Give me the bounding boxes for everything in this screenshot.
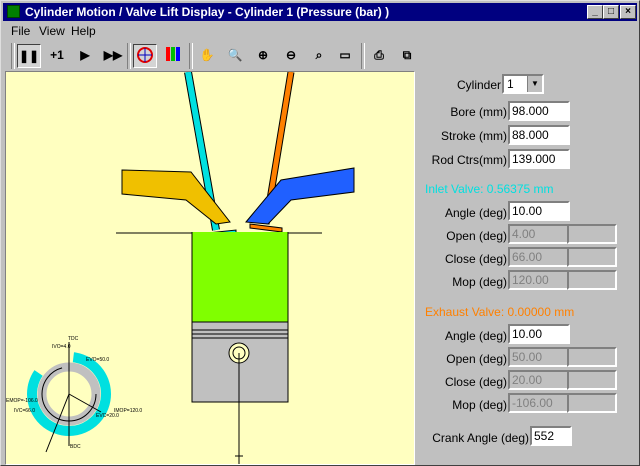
zoom-icon[interactable]: 🔍	[223, 44, 247, 68]
toolbar: ❚❚ +1 ▶ ▶▶ ✋ 🔍 ⊕ ⊖ ⌕ ▭ ⎙ ⧉	[11, 41, 411, 71]
inlet-close-input	[508, 247, 570, 267]
cylinder-gas	[192, 232, 288, 322]
emop-label: EMOP=-106.0	[6, 398, 38, 404]
chevron-down-icon[interactable]: ▼	[527, 76, 542, 92]
fast-forward-icon[interactable]: ▶▶	[101, 44, 125, 68]
tdc-label: TDC	[68, 336, 79, 342]
valve-timing-diagram: TDC BDC IVO=4.0 EVO=50.0 IVC=66.0 EVC=20…	[6, 336, 142, 453]
minimize-button[interactable]: _	[587, 5, 603, 19]
inlet-angle-label: Angle (deg)	[444, 206, 507, 220]
menu-bar: File View Help	[3, 22, 637, 40]
close-button[interactable]: ×	[620, 5, 636, 19]
exhaust-valve-head	[249, 223, 283, 233]
inlet-open-input	[508, 224, 570, 244]
inlet-angle-input[interactable]	[508, 201, 570, 221]
pressure-display-icon[interactable]	[133, 44, 157, 68]
menu-view[interactable]: View	[39, 24, 65, 38]
toolbar-separator	[11, 43, 15, 69]
bore-input[interactable]	[508, 101, 570, 121]
exhaust-open-input	[508, 347, 570, 367]
inlet-close-label: Close (deg)	[444, 252, 507, 266]
main-window: Cylinder Motion / Valve Lift Display - C…	[0, 0, 640, 466]
print-icon[interactable]: ⎙	[367, 44, 391, 68]
step-forward-button[interactable]: +1	[45, 44, 69, 68]
toolbar-separator	[127, 43, 131, 69]
maximize-button[interactable]: □	[603, 5, 619, 19]
toolbar-separator	[361, 43, 365, 69]
zoom-in-icon[interactable]: ⊕	[251, 44, 275, 68]
exhaust-close-input	[508, 370, 570, 390]
zoom-reset-icon[interactable]: ⌕	[307, 44, 331, 68]
inlet-open-extra-box	[567, 224, 617, 244]
copy-icon[interactable]: ⧉	[395, 44, 419, 68]
crank-angle-input[interactable]	[530, 426, 572, 446]
zoom-window-icon[interactable]: ▭	[333, 44, 357, 68]
imop-label: IMOP=120.0	[114, 408, 142, 414]
exhaust-open-label: Open (deg)	[446, 352, 507, 366]
ivc-label: IVC=66.0	[14, 408, 35, 414]
toolbar-separator	[189, 43, 193, 69]
exhaust-mop-input	[508, 393, 570, 413]
title-bar: Cylinder Motion / Valve Lift Display - C…	[3, 3, 637, 21]
rod-centres-input[interactable]	[508, 149, 570, 169]
inlet-mop-extra-box	[567, 270, 617, 290]
engine-canvas[interactable]: TDC BDC IVO=4.0 EVO=50.0 IVC=66.0 EVC=20…	[5, 71, 415, 465]
cylinder-select-value: 1	[507, 77, 514, 91]
inlet-mop-input	[508, 270, 570, 290]
exhaust-mop-extra-box	[567, 393, 617, 413]
exhaust-angle-label: Angle (deg)	[444, 329, 507, 343]
pause-button[interactable]: ❚❚	[17, 44, 41, 68]
pan-hand-icon[interactable]: ✋	[195, 44, 219, 68]
color-scale-icon[interactable]	[161, 44, 185, 68]
inlet-valve-title: Inlet Valve: 0.56375 mm	[425, 182, 554, 196]
bdc-label: BDC	[70, 444, 81, 450]
exhaust-angle-input[interactable]	[508, 324, 570, 344]
ivo-label: IVO=4.0	[52, 344, 71, 350]
exhaust-close-extra-box	[567, 370, 617, 390]
play-icon[interactable]: ▶	[73, 44, 97, 68]
inlet-mop-label: Mop (deg)	[452, 275, 507, 289]
stroke-label: Stroke (mm)	[441, 129, 507, 143]
exhaust-valve-title: Exhaust Valve: 0.00000 mm	[425, 305, 575, 319]
evo-label: EVO=50.0	[86, 357, 109, 363]
cylinder-select[interactable]: 1 ▼	[502, 74, 544, 94]
exhaust-port	[245, 167, 355, 225]
bore-label: Bore (mm)	[450, 105, 507, 119]
crank-angle-label: Crank Angle (deg)	[432, 431, 529, 445]
menu-file[interactable]: File	[11, 24, 30, 38]
app-icon	[7, 5, 20, 18]
exhaust-mop-label: Mop (deg)	[452, 398, 507, 412]
stroke-input[interactable]	[508, 125, 570, 145]
menu-help[interactable]: Help	[71, 24, 96, 38]
window-title: Cylinder Motion / Valve Lift Display - C…	[25, 5, 390, 19]
exhaust-close-label: Close (deg)	[444, 375, 507, 389]
exhaust-open-extra-box	[567, 347, 617, 367]
zoom-out-icon[interactable]: ⊖	[279, 44, 303, 68]
cylinder-label: Cylinder	[456, 78, 501, 92]
inlet-open-label: Open (deg)	[446, 229, 507, 243]
rod-centres-label: Rod Ctrs(mm)	[431, 153, 507, 167]
inlet-close-extra-box	[567, 247, 617, 267]
